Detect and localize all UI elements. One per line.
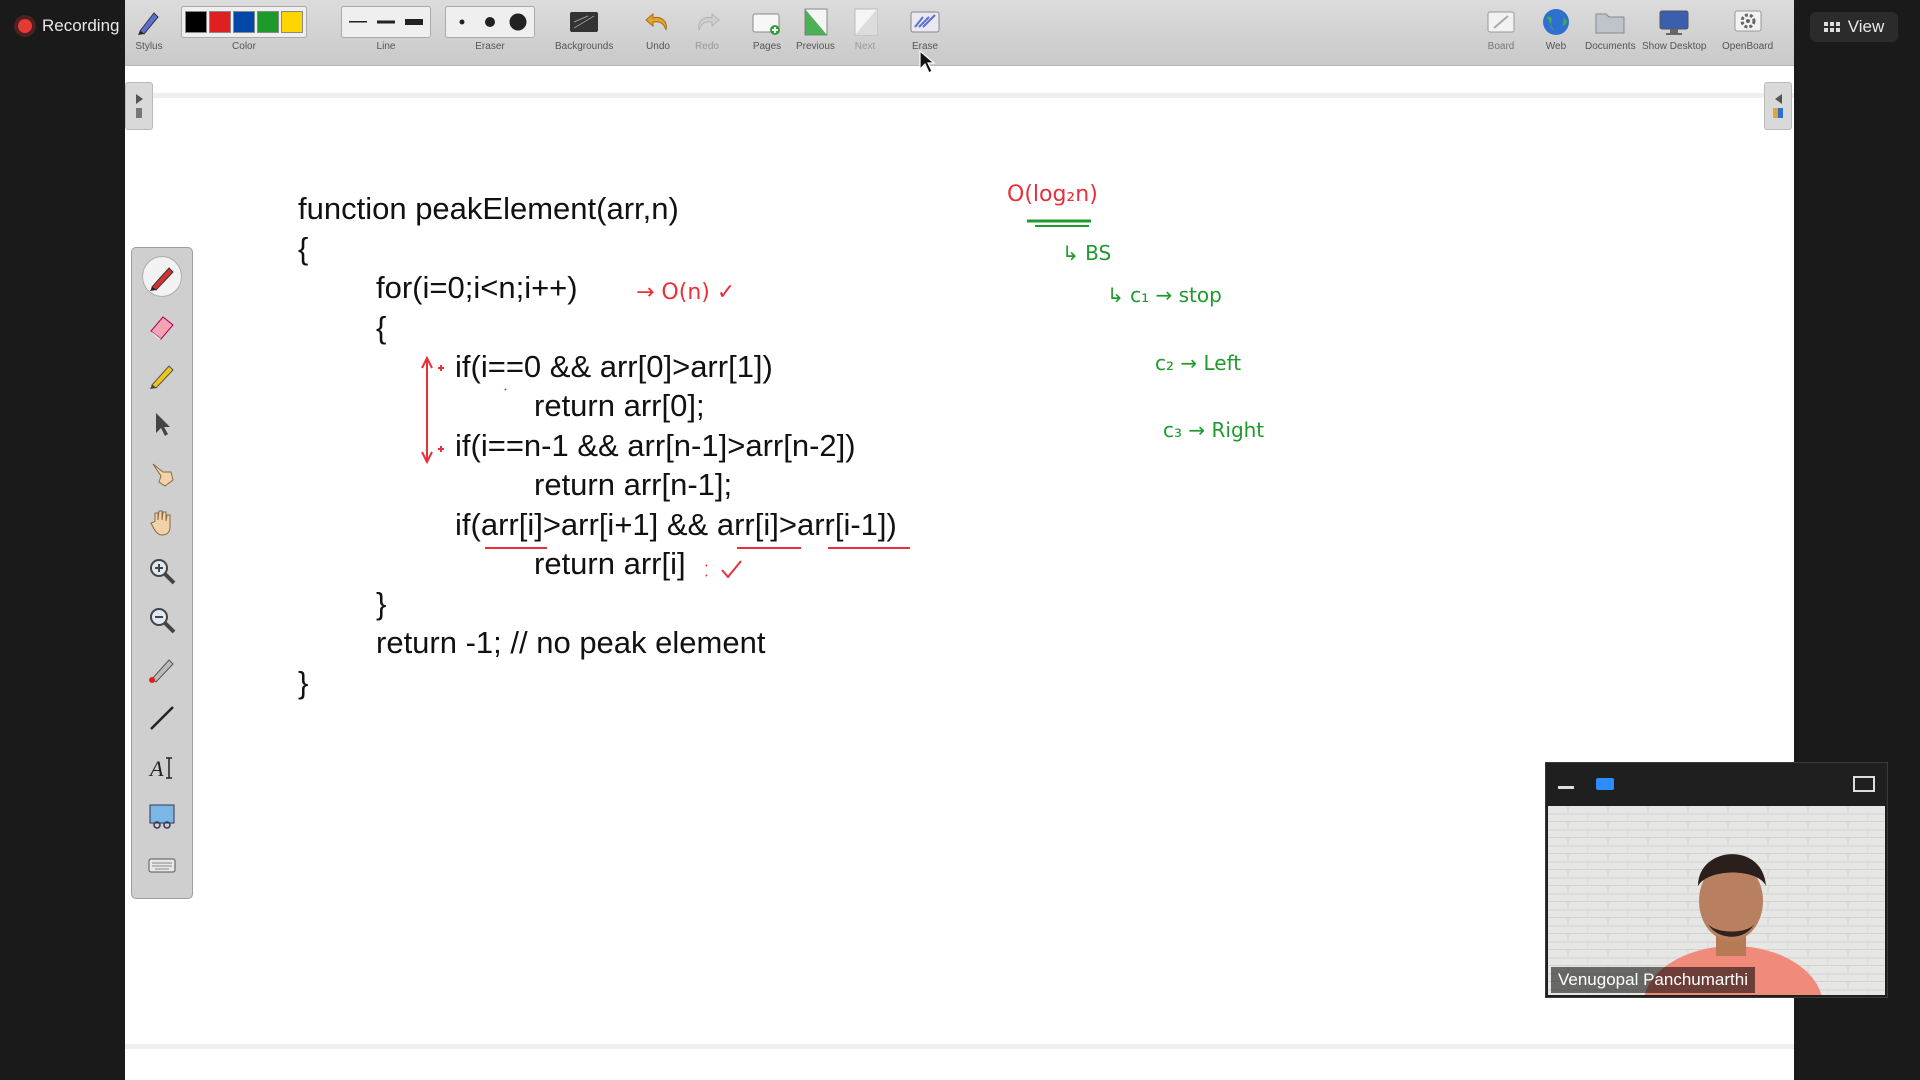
ink-case-1: ↳ c₁ → stop	[1107, 283, 1222, 307]
mouse-cursor-icon	[919, 49, 936, 74]
ink-return-check	[705, 560, 742, 579]
recording-indicator[interactable]: Recording	[18, 16, 120, 36]
participant-video-tile[interactable]: Venugopal Panchumarthi	[1545, 762, 1888, 998]
ink-underlines	[485, 388, 910, 549]
video-tile-header	[1546, 763, 1887, 804]
ink-case-3: c₃ → Right	[1163, 418, 1264, 442]
ink-case-2: c₂ → Left	[1155, 351, 1241, 375]
pop-out-icon[interactable]	[1853, 775, 1875, 792]
view-button[interactable]: View	[1810, 12, 1898, 42]
participant-video: Venugopal Panchumarthi	[1548, 806, 1885, 995]
ink-bs-label: ↳ BS	[1062, 241, 1111, 265]
view-button-label: View	[1847, 17, 1885, 36]
ink-loop-complexity: → O(n) ✓	[636, 280, 735, 305]
minimize-icon[interactable]	[1558, 786, 1574, 789]
recording-label: Recording	[42, 16, 120, 35]
shared-screen: Stylus Color Line Eraser Backgrounds Und…	[125, 0, 1794, 1080]
ink-layer: → O(n) ✓ O(log₂n) ↳ BS ↳ c₁ → stop c₂ → …	[421, 182, 1264, 579]
participant-name: Venugopal Panchumarthi	[1551, 967, 1755, 993]
ink-bracket-arrow	[421, 355, 444, 465]
speaker-view-icon[interactable]	[1596, 777, 1614, 790]
grid-view-icon	[1823, 22, 1840, 32]
ink-complexity: O(log₂n)	[1007, 182, 1098, 207]
record-dot-icon	[18, 19, 32, 33]
